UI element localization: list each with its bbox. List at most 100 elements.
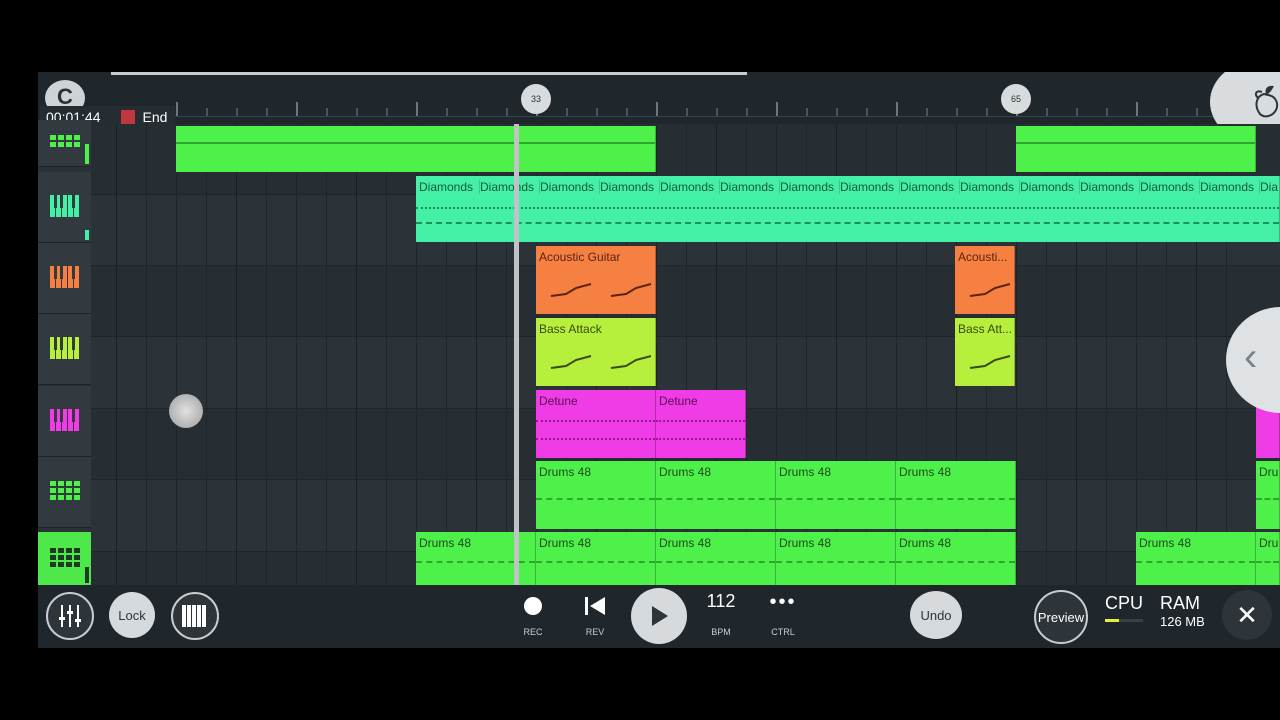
drums-clip[interactable]: Drums 48 <box>896 461 1016 529</box>
mixer-button[interactable] <box>46 592 94 640</box>
step-grid-icon <box>49 547 80 567</box>
grid-line <box>266 124 267 585</box>
grid-line <box>236 124 237 585</box>
detune-clip[interactable]: Detune <box>656 390 746 458</box>
piano-keys-icon <box>49 266 79 288</box>
diamonds-clip-group[interactable]: Diamonds Diamonds Diamonds Diamonds Diamonds… <box>416 176 1280 242</box>
bass-attack-clip[interactable]: Bass Att... <box>955 318 1015 386</box>
ruler-tick <box>1106 108 1108 116</box>
clip-label: Diamonds <box>1079 180 1135 194</box>
drums-clip[interactable]: Drums 48 <box>896 532 1016 585</box>
clip-label: Drums 48 <box>899 536 952 550</box>
undo-button[interactable]: Undo <box>910 591 962 639</box>
ruler-tick <box>926 108 928 116</box>
step-grid-icon <box>49 481 80 500</box>
ctrl-button[interactable]: ••• CTRL <box>763 591 803 643</box>
drums-clip[interactable]: Drums 48 <box>536 532 656 585</box>
pattern-clip[interactable] <box>1016 126 1256 172</box>
level-meter <box>85 567 89 583</box>
tempo-button[interactable]: 112 BPM <box>701 591 741 641</box>
drums-clip[interactable]: Drums 48 <box>656 461 776 529</box>
end-marker-icon <box>120 110 135 124</box>
track-header-1[interactable] <box>38 120 91 167</box>
acoustic-guitar-clip[interactable]: Acoustic Guitar <box>536 246 656 314</box>
ruler-tick <box>686 108 688 116</box>
clip-label: Bass Attack <box>539 322 602 336</box>
clip-label: Bass Att... <box>958 322 1013 336</box>
drums-clip[interactable]: Dru <box>1256 532 1280 585</box>
fruit-logo-icon <box>1254 85 1279 118</box>
cpu-indicator: CPU <box>1105 593 1143 622</box>
touch-indicator <box>169 394 203 428</box>
detune-clip[interactable]: Detune <box>536 390 656 458</box>
ruler-tick <box>416 102 418 116</box>
drums-clip[interactable]: Drums 48 <box>776 532 896 585</box>
ram-label: RAM <box>1160 593 1200 613</box>
level-meter <box>85 230 89 240</box>
play-button[interactable] <box>631 588 687 644</box>
clip-label: Diamonds <box>1139 180 1195 194</box>
ruler-tick <box>236 108 238 116</box>
ruler-tick <box>956 108 958 116</box>
clip-notes <box>550 355 652 369</box>
clip-label: Drums 48 <box>659 536 712 550</box>
timeline-ruler[interactable]: 33 65 C 00:01:44 End <box>38 72 1280 144</box>
track-header-2[interactable] <box>38 172 91 243</box>
rec-caption: REC <box>523 627 543 637</box>
grid-line <box>146 124 147 585</box>
drums-clip[interactable]: Drums 48 <box>776 461 896 529</box>
ram-indicator: RAM 126 MB <box>1160 593 1205 629</box>
ruler-tick <box>566 108 568 116</box>
undo-label: Undo <box>920 607 952 623</box>
ruler-tick <box>356 108 358 116</box>
ruler-tick <box>626 108 628 116</box>
horizontal-scrollbar[interactable] <box>111 72 747 75</box>
clip-notes <box>969 355 1011 369</box>
track-header-5[interactable] <box>38 386 91 457</box>
playlist-app: 33 65 C 00:01:44 End Diamonds Diamonds D… <box>38 72 1280 648</box>
piano-roll-button[interactable] <box>171 592 219 640</box>
clip-label: Diamonds <box>779 180 835 194</box>
track-header-6[interactable] <box>38 457 91 528</box>
playhead[interactable] <box>514 124 519 585</box>
playlist-tracks[interactable]: Diamonds Diamonds Diamonds Diamonds Diamonds… <box>38 120 1280 586</box>
ruler-tick <box>776 102 778 116</box>
drums-clip[interactable]: Drums 48 <box>1136 532 1256 585</box>
track-header-4[interactable] <box>38 314 91 385</box>
bottom-toolbar: Lock REC REV 112 BPM ••• CTRL Undo Previ… <box>38 585 1280 648</box>
pattern-clip[interactable] <box>176 126 656 172</box>
piano-keys-icon <box>182 605 206 627</box>
record-button[interactable]: REC <box>513 593 553 643</box>
ruler-tick <box>1076 108 1078 116</box>
bass-attack-clip[interactable]: Bass Attack <box>536 318 656 386</box>
ram-value: 126 MB <box>1160 614 1205 629</box>
ruler-tick <box>446 108 448 116</box>
lock-label: Lock <box>118 607 146 623</box>
acoustic-guitar-clip[interactable]: Acousti... <box>955 246 1015 314</box>
bar-marker-33[interactable]: 33 <box>521 84 551 114</box>
clip-notes <box>550 283 652 297</box>
preview-label: Preview <box>1037 609 1085 625</box>
clip-label: Diamonds <box>659 180 715 194</box>
step-grid-icon <box>49 135 80 147</box>
more-dots-icon: ••• <box>769 591 797 613</box>
cpu-meter <box>1105 619 1143 622</box>
grid-line <box>326 124 327 585</box>
bar-marker-65[interactable]: 65 <box>1001 84 1031 114</box>
clip-label: Dia <box>1259 180 1279 194</box>
track-header-7[interactable] <box>38 532 91 586</box>
ruler-baseline <box>168 116 1280 117</box>
ruler-tick <box>836 108 838 116</box>
ruler-tick <box>596 108 598 116</box>
drums-clip[interactable]: Dru <box>1256 461 1280 529</box>
ruler-tick <box>1166 108 1168 116</box>
clip-label: Drums 48 <box>419 536 472 550</box>
drums-clip[interactable]: Drums 48 <box>536 461 656 529</box>
close-button[interactable]: ✕ <box>1222 590 1272 640</box>
drums-clip[interactable]: Drums 48 <box>656 532 776 585</box>
level-meter <box>85 144 89 164</box>
lock-button[interactable]: Lock <box>109 592 155 638</box>
preview-button[interactable]: Preview <box>1034 590 1088 644</box>
track-header-3[interactable] <box>38 243 91 314</box>
rewind-button[interactable]: REV <box>575 593 615 643</box>
